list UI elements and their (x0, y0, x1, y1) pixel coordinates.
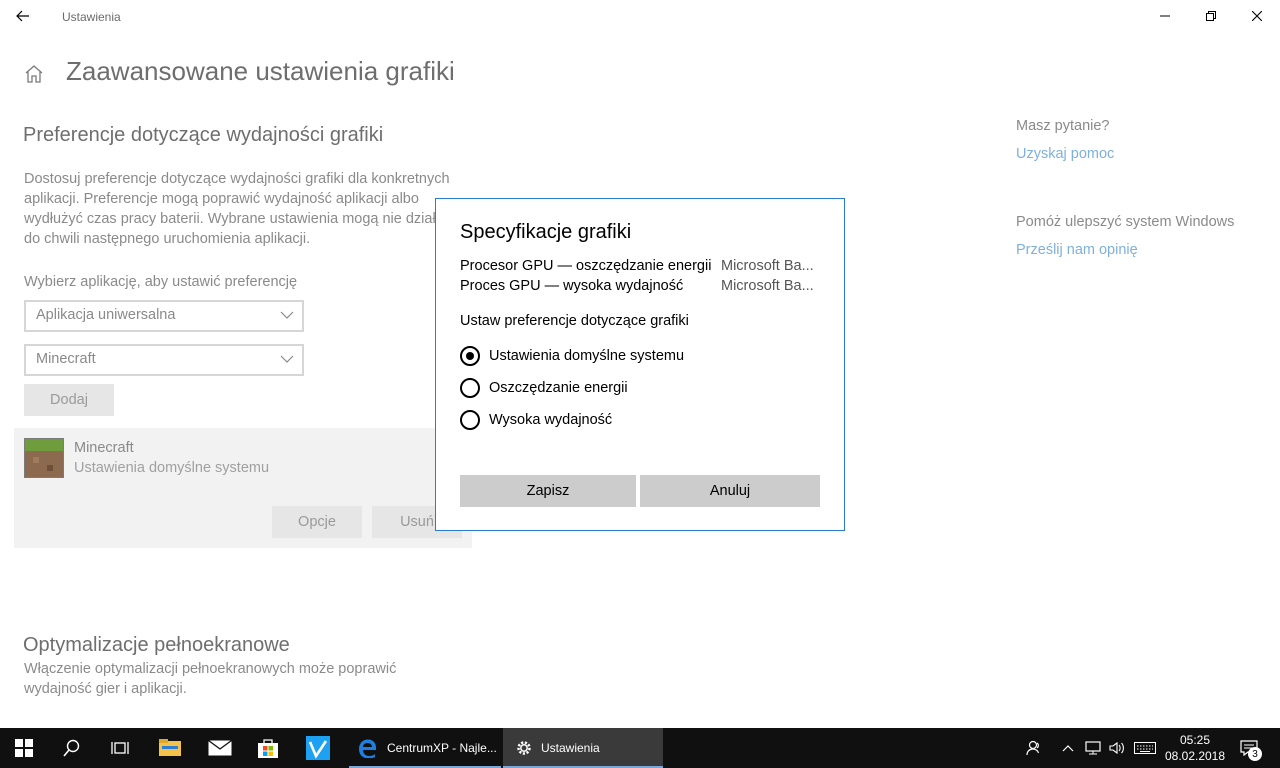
file-explorer-button[interactable] (146, 728, 194, 768)
minecraft-app-icon (24, 438, 64, 478)
app-type-value: Aplikacja uniwersalna (36, 307, 176, 323)
network-icon (1085, 741, 1101, 755)
spec-value: Microsoft Ba... (721, 258, 814, 274)
network-button[interactable] (1082, 728, 1104, 768)
folder-icon (159, 739, 181, 756)
keyboard-button[interactable] (1132, 728, 1158, 768)
volume-icon (1109, 741, 1124, 755)
section-title: Preferencje dotyczące wydajności grafiki (23, 124, 384, 146)
save-button[interactable]: Zapisz (460, 475, 636, 507)
mail-icon (208, 740, 232, 756)
radio-label: Ustawienia domyślne systemu (489, 348, 685, 364)
taskbar-settings-window[interactable]: Ustawienia (503, 728, 663, 768)
page-title: Zaawansowane ustawienia grafiki (66, 56, 455, 86)
entry-app-name: Minecraft (74, 440, 134, 456)
options-button[interactable]: Opcje (272, 506, 362, 538)
feedback-link[interactable]: Prześlij nam opinię (1016, 242, 1138, 258)
spec-label: Procesor GPU — oszczędzanie energii (460, 258, 712, 274)
people-button[interactable] (1022, 728, 1046, 768)
title-bar: Ustawienia (0, 0, 1280, 32)
spec-value: Microsoft Ba... (721, 278, 814, 294)
chevron-up-icon (1062, 745, 1074, 752)
chevron-down-icon (280, 311, 294, 319)
start-button[interactable] (0, 728, 48, 768)
window-title: Ustawienia (62, 10, 121, 24)
radio-label: Oszczędzanie energii (489, 380, 628, 396)
improve-heading: Pomóż ulepszyć system Windows (1016, 214, 1235, 230)
app-dropdown[interactable]: Minecraft (24, 344, 304, 376)
question-heading: Masz pytanie? (1016, 118, 1110, 134)
entry-app-status: Ustawienia domyślne systemu (74, 460, 270, 476)
dialog-title: Specyfikacje grafiki (460, 221, 632, 243)
clock[interactable]: 05:25 08.02.2018 (1160, 732, 1230, 764)
pref-label: Ustaw preferencje dotyczące grafiki (460, 313, 689, 329)
mail-button[interactable] (196, 728, 244, 768)
back-arrow-icon (16, 10, 29, 22)
close-button[interactable] (1234, 0, 1280, 32)
task-view-icon (111, 742, 129, 754)
radio-power-saving[interactable]: Oszczędzanie energii (460, 377, 628, 399)
show-hidden-icons-button[interactable] (1058, 728, 1078, 768)
clock-time: 05:25 (1179, 733, 1211, 747)
radio-unchecked-icon[interactable] (460, 378, 480, 398)
keyboard-icon (1134, 742, 1156, 754)
people-icon (1026, 740, 1040, 756)
graphics-spec-dialog: Specyfikacje grafiki Procesor GPU — oszc… (435, 198, 845, 531)
spec-label: Proces GPU — wysoka wydajność (460, 278, 684, 294)
radio-label: Wysoka wydajność (489, 412, 613, 428)
search-icon (63, 739, 80, 757)
app-list-item[interactable]: Minecraft Ustawienia domyślne systemu Op… (14, 428, 472, 548)
radio-unchecked-icon[interactable] (460, 410, 480, 430)
section-description: Dostosuj preferencje dotyczące wydajnośc… (24, 171, 452, 247)
app-value: Minecraft (36, 351, 96, 367)
restore-button[interactable] (1188, 0, 1234, 32)
windows-logo-icon (15, 739, 33, 757)
clock-date: 08.02.2018 (1164, 749, 1226, 763)
gear-icon (517, 741, 531, 755)
edge-task-label: CentrumXP - Najle... (387, 741, 497, 755)
search-button[interactable] (48, 728, 96, 768)
volume-button[interactable] (1106, 728, 1128, 768)
close-icon (1252, 11, 1262, 21)
minimize-button[interactable] (1142, 0, 1188, 32)
settings-task-label: Ustawienia (541, 741, 600, 755)
taskbar-edge-window[interactable]: CentrumXP - Najle... (349, 728, 501, 768)
radio-checked-icon[interactable] (460, 346, 480, 366)
fullscreen-description: Włączenie optymalizacji pełnoekranowych … (24, 661, 397, 697)
back-button[interactable] (0, 0, 46, 32)
vimeo-app-button[interactable] (294, 728, 342, 768)
radio-system-default[interactable]: Ustawienia domyślne systemu (460, 345, 684, 367)
app-type-dropdown[interactable]: Aplikacja uniwersalna (24, 300, 304, 332)
store-icon (258, 739, 278, 758)
choose-app-label: Wybierz aplikację, aby ustawić preferenc… (24, 274, 298, 290)
chevron-down-icon (280, 355, 294, 363)
spec-row: Proces GPU — wysoka wydajność Microsoft … (460, 278, 820, 294)
home-icon[interactable] (22, 62, 46, 86)
store-button[interactable] (244, 728, 292, 768)
notification-count-badge: 3 (1248, 747, 1262, 761)
add-button[interactable]: Dodaj (24, 384, 114, 416)
restore-icon (1206, 11, 1216, 21)
task-view-button[interactable] (96, 728, 144, 768)
taskbar: CentrumXP - Najle... Ustawienia 05:25 08… (0, 728, 1280, 768)
minimize-icon (1160, 15, 1170, 17)
spec-row: Procesor GPU — oszczędzanie energii Micr… (460, 258, 820, 274)
v-app-icon (306, 736, 330, 760)
edge-icon (359, 739, 376, 758)
get-help-link[interactable]: Uzyskaj pomoc (1016, 146, 1114, 162)
cancel-button[interactable]: Anuluj (640, 475, 820, 507)
fullscreen-title: Optymalizacje pełnoekranowe (23, 634, 290, 656)
radio-high-performance[interactable]: Wysoka wydajność (460, 409, 612, 431)
